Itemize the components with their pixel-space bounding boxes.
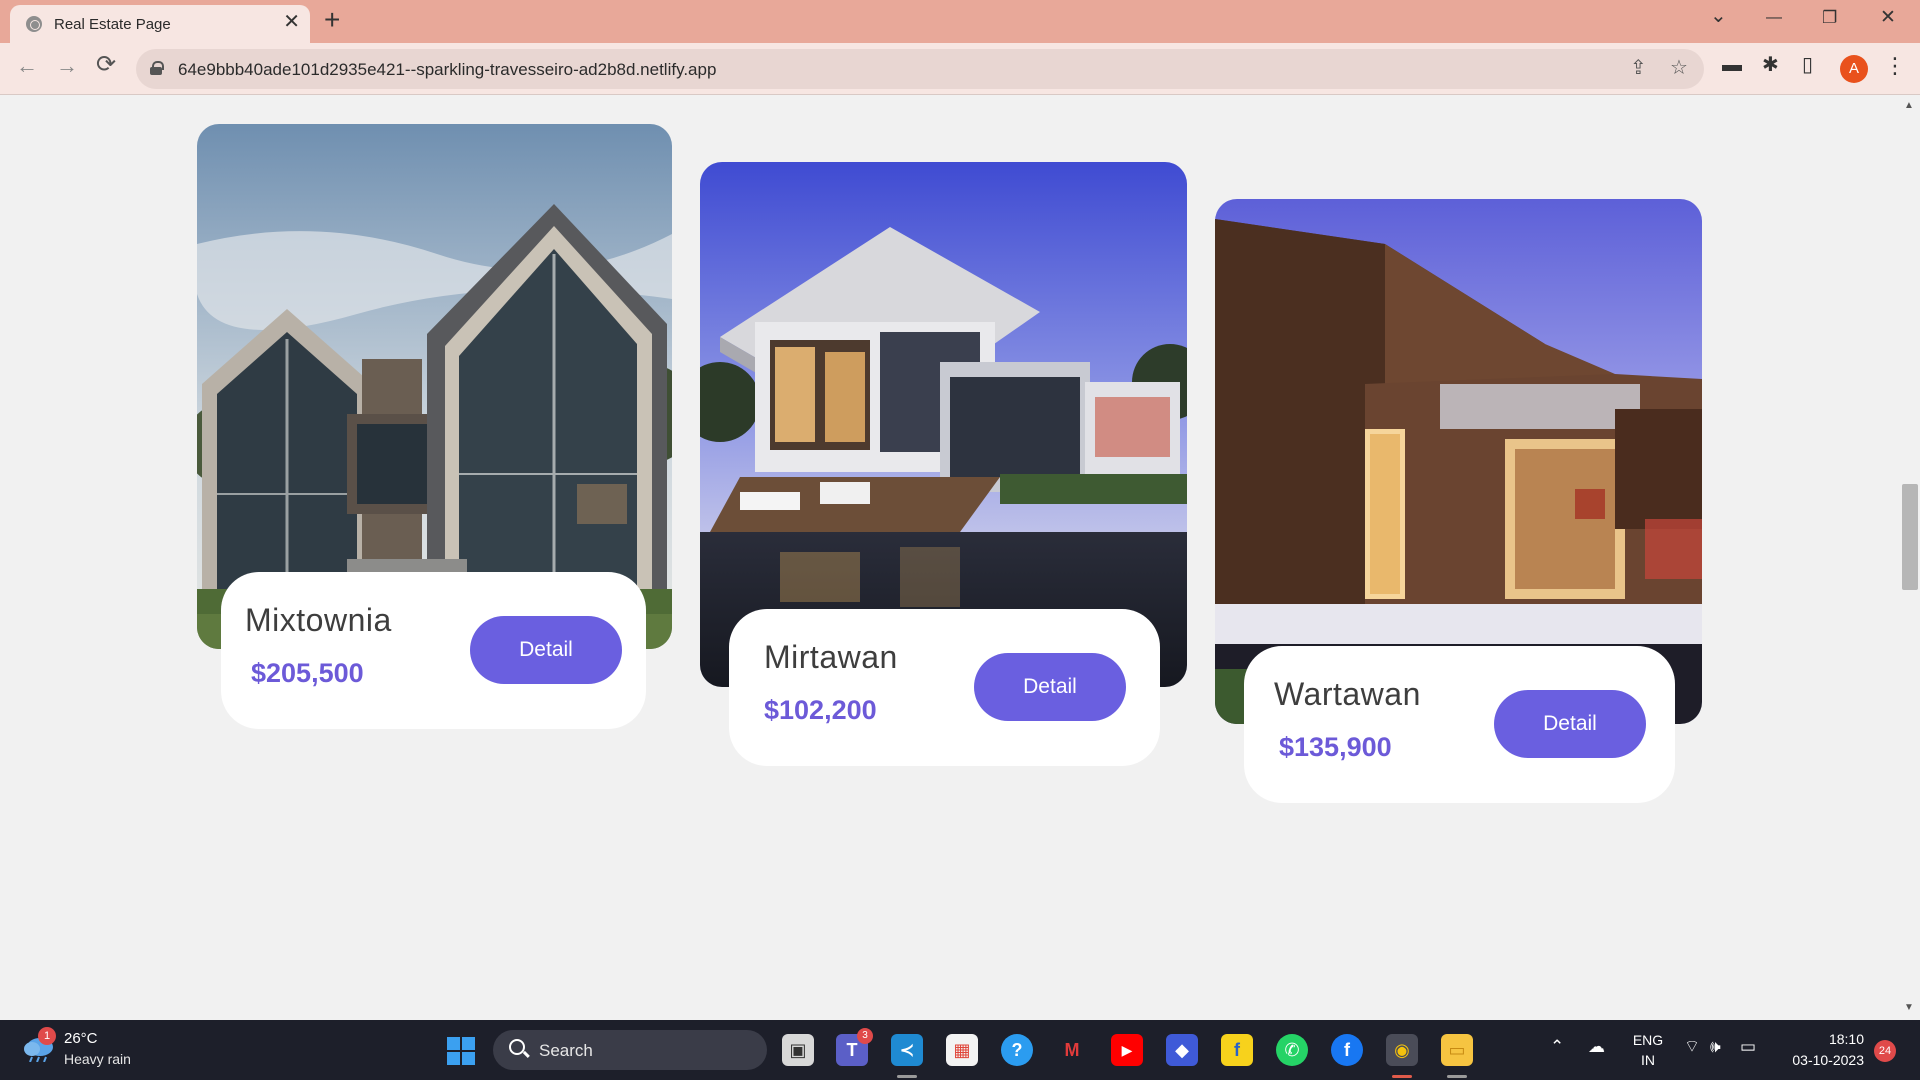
- scrollbar-thumb[interactable]: [1902, 484, 1918, 590]
- facebook-icon[interactable]: f: [1331, 1034, 1363, 1066]
- listing-price: $102,200: [764, 695, 877, 725]
- cast-icon[interactable]: ▬: [1722, 55, 1742, 75]
- gabled-house-photo: [197, 124, 672, 649]
- tab-search-icon[interactable]: ⌄: [1710, 6, 1727, 26]
- weather-temperature[interactable]: 26°C: [64, 1030, 98, 1047]
- copilot-icon[interactable]: ◆: [1166, 1034, 1198, 1066]
- listing-name: Mirtawan: [764, 639, 898, 675]
- flipkart-icon[interactable]: f: [1221, 1034, 1253, 1066]
- listing-info: Wartawan $135,900 Detail: [1244, 646, 1675, 803]
- detail-button[interactable]: Detail: [1494, 690, 1646, 758]
- globe-icon: [26, 16, 42, 32]
- listing-name: Mixtownia: [245, 602, 392, 638]
- url-text[interactable]: 64e9bbb40ade101d2935e421--sparkling-trav…: [178, 60, 716, 80]
- extensions-icon[interactable]: ✱: [1762, 55, 1779, 75]
- close-tab-icon[interactable]: ✕: [283, 12, 300, 32]
- windows-start-icon[interactable]: [447, 1037, 475, 1065]
- wifi-icon[interactable]: ⌔: [1684, 1038, 1700, 1055]
- scroll-up-icon[interactable]: ▲: [1904, 100, 1914, 111]
- listing-info: Mirtawan $102,200 Detail: [729, 609, 1160, 766]
- region-indicator[interactable]: IN: [1628, 1052, 1668, 1068]
- tab-strip: Real Estate Page ✕ + ⌄ — ❐ ✕: [0, 0, 1920, 43]
- search-icon: [509, 1039, 525, 1055]
- back-button[interactable]: ←: [16, 55, 38, 77]
- vscode-icon[interactable]: ≺: [891, 1034, 923, 1066]
- page-content: Mixtownia $205,500 Detail Mirtawan $102,…: [0, 96, 1900, 1000]
- running-indicator: [1447, 1075, 1467, 1078]
- clock-time[interactable]: 18:10: [1774, 1031, 1864, 1047]
- running-indicator: [897, 1075, 917, 1078]
- listing-info: Mixtownia $205,500 Detail: [221, 572, 646, 729]
- language-indicator[interactable]: ENG: [1628, 1032, 1668, 1048]
- microsoft-store-icon[interactable]: ▦: [946, 1034, 978, 1066]
- close-window-button[interactable]: ✕: [1880, 8, 1896, 27]
- bookmark-star-icon[interactable]: ☆: [1670, 58, 1688, 78]
- tab-title: Real Estate Page: [54, 16, 171, 33]
- restore-button[interactable]: ❐: [1822, 9, 1837, 26]
- profile-avatar[interactable]: A: [1840, 55, 1868, 83]
- chrome-active-indicator: [1392, 1075, 1412, 1078]
- volume-icon[interactable]: 🕪: [1710, 1038, 1721, 1055]
- listing-name: Wartawan: [1274, 676, 1421, 712]
- search-label: Search: [539, 1041, 593, 1060]
- windows-taskbar: 1 26°C Heavy rain Search ▣ T 3 ≺ ▦ ? M ▶…: [0, 1020, 1920, 1080]
- detail-button[interactable]: Detail: [470, 616, 622, 684]
- weather-description[interactable]: Heavy rain: [64, 1051, 131, 1067]
- file-explorer-icon[interactable]: ▭: [1441, 1034, 1473, 1066]
- browser-tab[interactable]: Real Estate Page ✕: [10, 5, 310, 43]
- notification-count-badge[interactable]: 24: [1874, 1040, 1896, 1062]
- share-icon[interactable]: ⇪: [1630, 58, 1647, 78]
- whatsapp-icon[interactable]: ✆: [1276, 1034, 1308, 1066]
- onedrive-icon[interactable]: ☁: [1588, 1038, 1605, 1055]
- minimize-button[interactable]: —: [1766, 10, 1782, 26]
- detail-button[interactable]: Detail: [974, 653, 1126, 721]
- address-bar[interactable]: 64e9bbb40ade101d2935e421--sparkling-trav…: [136, 49, 1704, 89]
- clock-date[interactable]: 03-10-2023: [1774, 1052, 1864, 1068]
- mcafee-icon[interactable]: M: [1056, 1034, 1088, 1066]
- help-icon[interactable]: ?: [1001, 1034, 1033, 1066]
- battery-icon[interactable]: ▭: [1740, 1038, 1756, 1055]
- youtube-icon[interactable]: ▶: [1111, 1034, 1143, 1066]
- new-tab-button[interactable]: +: [324, 6, 340, 34]
- weather-alert-badge: 1: [38, 1027, 56, 1045]
- listing-price: $205,500: [251, 658, 364, 688]
- task-view-icon[interactable]: ▣: [782, 1034, 814, 1066]
- browser-toolbar: ← → ⟳ 64e9bbb40ade101d2935e421--sparklin…: [0, 43, 1920, 95]
- chrome-icon[interactable]: ◉: [1386, 1034, 1418, 1066]
- scroll-down-icon[interactable]: ▼: [1904, 1002, 1914, 1013]
- side-panel-icon[interactable]: ▯: [1802, 55, 1813, 75]
- menu-icon[interactable]: ⋮: [1884, 55, 1906, 77]
- teams-badge: 3: [857, 1028, 873, 1044]
- reload-button[interactable]: ⟳: [96, 53, 116, 77]
- forward-button[interactable]: →: [56, 55, 78, 77]
- taskbar-search[interactable]: Search: [493, 1030, 767, 1070]
- show-hidden-icons-icon[interactable]: ⌃: [1550, 1038, 1564, 1055]
- listing-price: $135,900: [1279, 732, 1392, 762]
- lock-icon[interactable]: [150, 61, 164, 75]
